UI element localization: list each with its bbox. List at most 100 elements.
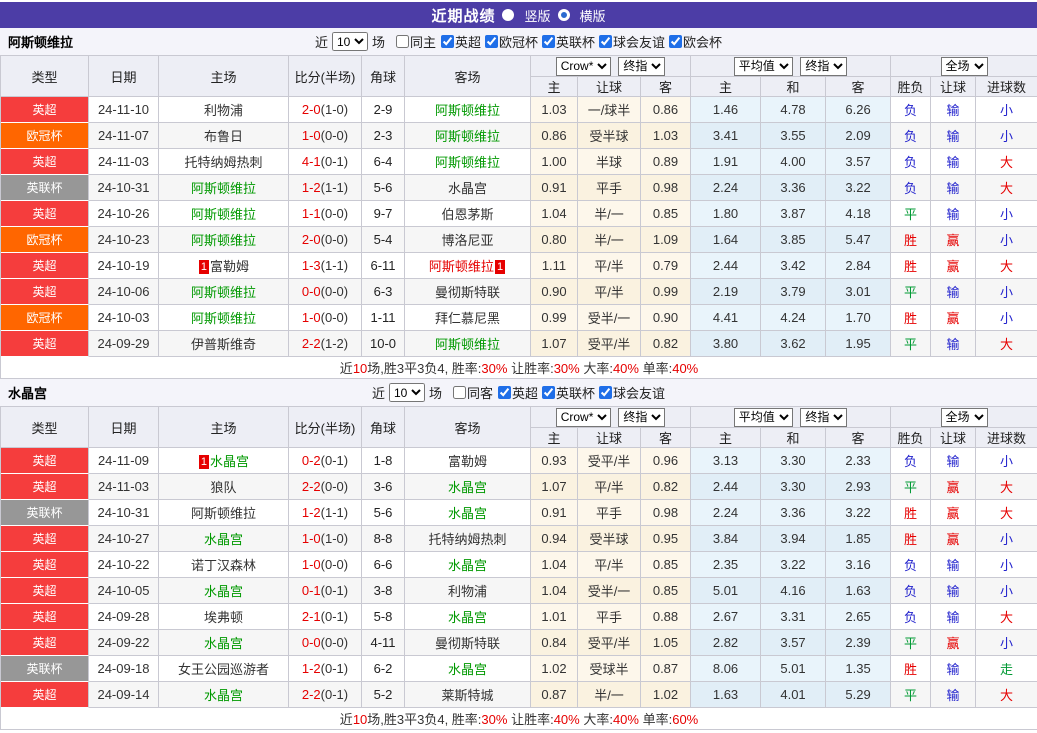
home-team-link[interactable]: 布鲁日 [204, 129, 243, 144]
match-count-select[interactable]: 10 [331, 32, 368, 51]
away-team-link[interactable]: 莱斯特城 [441, 688, 493, 703]
fulltime-score[interactable]: 1-1 [302, 206, 321, 221]
away-team-link[interactable]: 水晶宫 [448, 181, 487, 196]
handicap-away-odds: 0.79 [641, 253, 692, 279]
average-select[interactable]: 平均值 [733, 407, 793, 427]
fulltime-score[interactable]: 2-2 [302, 336, 321, 351]
away-team-link[interactable]: 博洛尼亚 [441, 233, 493, 248]
scope-select[interactable]: 全场 [940, 56, 988, 76]
away-team-link[interactable]: 水晶宫 [448, 662, 487, 677]
away-team-link[interactable]: 曼彻斯特联 [435, 285, 500, 300]
away-team-link[interactable]: 曼彻斯特联 [435, 636, 500, 651]
odds-time-select[interactable]: 终指 [618, 56, 666, 76]
home-team-link[interactable]: 水晶宫 [204, 584, 243, 599]
fulltime-score[interactable]: 1-0 [302, 310, 321, 325]
league-filter[interactable]: 英超 [437, 32, 481, 51]
handicap-away-odds: 1.09 [641, 227, 692, 253]
away-team-link[interactable]: 水晶宫 [448, 506, 487, 521]
fulltime-score[interactable]: 1-2 [302, 180, 321, 195]
fulltime-score[interactable]: 0-0 [302, 284, 321, 299]
same-venue-filter[interactable]: 同客 [449, 383, 493, 402]
league-filter[interactable]: 英联杯 [538, 32, 595, 51]
away-team-link[interactable]: 伯恩茅斯 [441, 207, 493, 222]
horizontal-layout-radio[interactable] [557, 9, 570, 21]
league-filter[interactable]: 球会友谊 [595, 383, 665, 402]
league-checkbox[interactable] [542, 35, 556, 48]
average-time-select[interactable]: 终指 [800, 56, 848, 76]
home-team-link[interactable]: 阿斯顿维拉 [191, 233, 256, 248]
home-team-link[interactable]: 诺丁汉森林 [191, 558, 256, 573]
home-team-link[interactable]: 阿斯顿维拉 [191, 285, 256, 300]
fulltime-score[interactable]: 2-0 [302, 102, 321, 117]
same-venue-checkbox[interactable] [452, 386, 466, 399]
scope-select[interactable]: 全场 [940, 407, 988, 427]
odds-time-select[interactable]: 终指 [618, 407, 666, 427]
league-filter[interactable]: 球会友谊 [595, 32, 665, 51]
horizontal-layout-label[interactable]: 横版 [580, 6, 606, 25]
bookmaker-select[interactable]: Crow* [555, 56, 611, 76]
league-checkbox[interactable] [440, 35, 454, 48]
home-team-link[interactable]: 水晶宫 [204, 532, 243, 547]
fulltime-score[interactable]: 0-2 [302, 453, 321, 468]
fulltime-score[interactable]: 1-0 [302, 557, 321, 572]
away-team-link[interactable]: 阿斯顿维拉 [435, 155, 500, 170]
fulltime-score[interactable]: 4-1 [302, 154, 321, 169]
avg-home-odds: 1.46 [691, 97, 762, 123]
home-team-link[interactable]: 埃弗顿 [204, 610, 243, 625]
fulltime-score[interactable]: 0-1 [302, 583, 321, 598]
league-filter[interactable]: 英超 [494, 383, 538, 402]
away-team-link[interactable]: 阿斯顿维拉 [429, 259, 494, 274]
home-team-link[interactable]: 阿斯顿维拉 [191, 181, 256, 196]
away-team-link[interactable]: 托特纳姆热刺 [428, 532, 506, 547]
average-time-select[interactable]: 终指 [800, 407, 848, 427]
filter-bar: 近 10 场 同主 英超 欧冠杯 英联杯 球会友谊 欧会杯 [315, 32, 722, 51]
away-team-link[interactable]: 阿斯顿维拉 [435, 103, 500, 118]
league-filter[interactable]: 欧会杯 [665, 32, 722, 51]
match-count-select[interactable]: 10 [388, 383, 425, 402]
league-filter[interactable]: 欧冠杯 [481, 32, 538, 51]
vertical-layout-label[interactable]: 竖版 [524, 6, 550, 25]
home-team-link[interactable]: 阿斯顿维拉 [191, 311, 256, 326]
home-team-link[interactable]: 托特纳姆热刺 [184, 155, 262, 170]
fulltime-score[interactable]: 0-0 [302, 635, 321, 650]
league-checkbox[interactable] [542, 386, 556, 399]
away-team-link[interactable]: 水晶宫 [448, 558, 487, 573]
away-team-link[interactable]: 阿斯顿维拉 [435, 337, 500, 352]
home-team-link[interactable]: 狼队 [210, 480, 236, 495]
same-venue-checkbox[interactable] [395, 35, 409, 48]
league-filter[interactable]: 英联杯 [538, 383, 595, 402]
fulltime-score[interactable]: 2-0 [302, 232, 321, 247]
home-team-link[interactable]: 水晶宫 [210, 454, 249, 469]
league-checkbox[interactable] [498, 386, 511, 399]
same-venue-filter[interactable]: 同主 [392, 32, 436, 51]
fulltime-score[interactable]: 2-2 [302, 479, 321, 494]
fulltime-score[interactable]: 1-2 [302, 505, 321, 520]
home-team-link[interactable]: 富勒姆 [210, 259, 249, 274]
fulltime-score[interactable]: 1-0 [302, 128, 321, 143]
vertical-layout-radio[interactable] [502, 9, 515, 21]
league-checkbox[interactable] [599, 386, 613, 399]
home-team-link[interactable]: 阿斯顿维拉 [191, 506, 256, 521]
away-team-link[interactable]: 水晶宫 [448, 610, 487, 625]
home-team-link[interactable]: 阿斯顿维拉 [191, 207, 256, 222]
fulltime-score[interactable]: 2-2 [302, 687, 321, 702]
home-team-link[interactable]: 利物浦 [204, 103, 243, 118]
away-team-link[interactable]: 阿斯顿维拉 [435, 129, 500, 144]
fulltime-score[interactable]: 1-0 [302, 531, 321, 546]
league-checkbox[interactable] [485, 35, 498, 48]
home-team-link[interactable]: 水晶宫 [204, 688, 243, 703]
fulltime-score[interactable]: 1-3 [302, 258, 321, 273]
away-team-link[interactable]: 利物浦 [448, 584, 487, 599]
fulltime-score[interactable]: 1-2 [302, 661, 321, 676]
league-checkbox[interactable] [669, 35, 683, 48]
home-team-link[interactable]: 伊普斯维奇 [191, 337, 256, 352]
fulltime-score[interactable]: 2-1 [302, 609, 321, 624]
away-team-link[interactable]: 水晶宫 [448, 480, 487, 495]
average-select[interactable]: 平均值 [733, 56, 793, 76]
league-checkbox[interactable] [599, 35, 613, 48]
home-team-link[interactable]: 女王公园巡游者 [178, 662, 269, 677]
away-team-link[interactable]: 富勒姆 [448, 454, 487, 469]
away-team-link[interactable]: 拜仁慕尼黑 [435, 311, 500, 326]
home-team-link[interactable]: 水晶宫 [204, 636, 243, 651]
bookmaker-select[interactable]: Crow* [555, 407, 611, 427]
